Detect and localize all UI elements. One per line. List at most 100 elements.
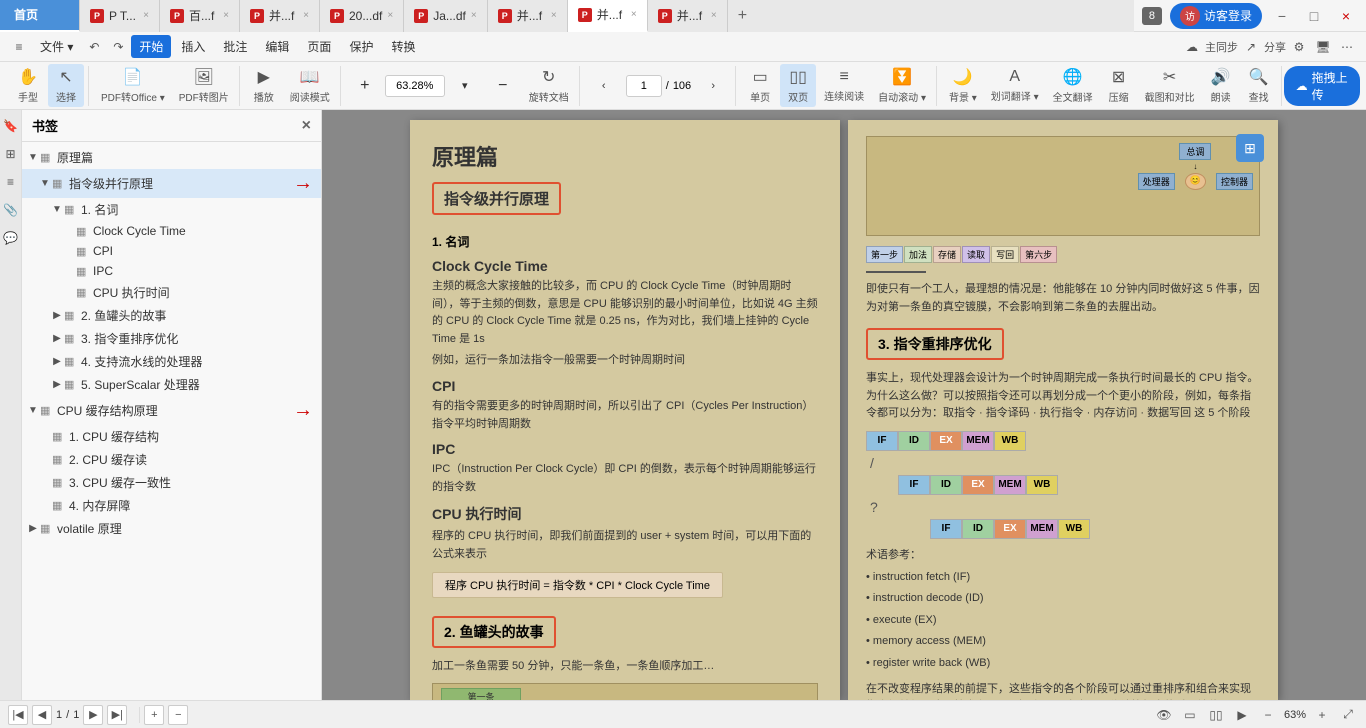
page-input[interactable] [626,75,662,97]
menu-toggle[interactable]: ≡ [8,36,30,58]
translate-button[interactable]: A 划词翻译 ▾ [985,65,1045,106]
tree-item-cpi[interactable]: ▦ CPI [22,241,321,261]
undo-button[interactable]: ↶ [83,36,105,58]
zoom-dropdown-button[interactable]: ▾ [447,76,483,95]
share-icon[interactable]: ↗ [1240,36,1262,58]
compress-button[interactable]: ⊠ 压缩 [1101,64,1137,107]
rotate-button[interactable]: ↻ 旋转文档 [523,64,575,107]
tree-item-cache-struct[interactable]: ▦ 1. CPU 缓存结构 [22,425,321,448]
tab-home[interactable]: 首页 [0,0,80,32]
tab-1[interactable]: P P T... × [80,0,160,32]
full-translate-button[interactable]: 🌐 全文翻译 [1047,64,1099,107]
select-tool-button[interactable]: ↖ 选择 [48,64,84,107]
background-button[interactable]: 🌙 背景 ▾ [943,64,983,107]
menu-annotate[interactable]: 批注 [215,35,255,58]
single-page-button[interactable]: ▭ 单页 [742,64,778,107]
zoom-input[interactable] [385,75,445,97]
tree-item-nouns[interactable]: ▼ ▦ 1. 名词 [22,198,321,221]
pdf-to-office-button[interactable]: 📄 PDF转Office ▾ [95,64,171,107]
tab-7[interactable]: P 并...f × [568,0,648,32]
tree-item-cpu-time[interactable]: ▦ CPU 执行时间 [22,281,321,304]
bottom-single-icon[interactable]: ▭ [1180,705,1200,725]
share-label[interactable]: 分享 [1264,39,1286,55]
tree-item-mem-barrier[interactable]: ▦ 4. 内存屏障 [22,494,321,517]
menu-edit[interactable]: 编辑 [257,35,297,58]
tab-4[interactable]: P 20...df × [320,0,404,32]
tree-item-reorder[interactable]: ▶ ▦ 3. 指令重排序优化 [22,327,321,350]
add-page-button[interactable]: + [144,705,164,725]
redo-button[interactable]: ↷ [107,36,129,58]
tree-item-cache-read[interactable]: ▦ 2. CPU 缓存读 [22,448,321,471]
tree-item-ilp[interactable]: ▼ ▦ 指令级并行原理 → [22,169,321,198]
first-page-button[interactable]: |◀ [8,705,28,725]
prev-page-btn[interactable]: ◀ [32,705,52,725]
cloud-upload-button[interactable]: ☁ 拖拽上传 [1284,66,1360,106]
close-button[interactable]: × [1334,4,1358,28]
tab-6[interactable]: P 并...f × [488,0,568,32]
tab-8[interactable]: P 并...f × [648,0,728,32]
bottom-eye-icon[interactable]: 👁 [1154,705,1174,725]
zoom-out-toolbar-button[interactable]: − [485,74,521,98]
menu-file[interactable]: 文件 ▾ [32,35,81,58]
settings-icon[interactable]: ⚙ [1288,36,1310,58]
remove-page-button[interactable]: − [168,705,188,725]
bottom-zoom-in-icon[interactable]: + [1312,705,1332,725]
tab-5[interactable]: P Ja...df × [404,0,488,32]
tab-2[interactable]: P 百...f × [160,0,240,32]
bottom-expand-icon[interactable]: ⤢ [1338,705,1358,725]
play-button[interactable]: ▶ 播放 [246,64,282,107]
prev-page-button[interactable]: ‹ [586,77,622,95]
auto-scroll-button[interactable]: ⏬ 自动滚动 ▾ [872,64,932,107]
bottom-zoom-out-icon[interactable]: − [1258,705,1278,725]
tree-item-cache[interactable]: ▼ ▦ CPU 缓存结构原理 → [22,396,321,425]
tree-item-fish[interactable]: ▶ ▦ 2. 鱼罐头的故事 [22,304,321,327]
pdf-left-page[interactable]: 原理篇 指令级并行原理 1. 名词 Clock Cycle Time 主频的概念… [410,120,840,700]
last-page-button[interactable]: ▶| [107,705,127,725]
tree-item-cache-consistency[interactable]: ▦ 3. CPU 缓存一致性 [22,471,321,494]
zoom-in-toolbar-button[interactable]: + [347,74,383,98]
menu-start[interactable]: 开始 [131,35,171,58]
tab-2-close[interactable]: × [223,10,229,21]
tab-1-close[interactable]: × [143,10,149,21]
tree-item-ipc[interactable]: ▦ IPC [22,261,321,281]
read-aloud-button[interactable]: 🔊 朗读 [1203,64,1239,107]
layers-icon[interactable]: ≡ [1,172,21,192]
sync-label[interactable]: 主同步 [1205,39,1238,55]
bottom-double-icon[interactable]: ▯▯ [1206,705,1226,725]
corner-map-button[interactable]: ⊞ [1236,134,1264,162]
tab-7-close[interactable]: × [631,9,637,20]
comment-icon[interactable]: 💬 [1,228,21,248]
tree-item-superscalar[interactable]: ▶ ▦ 5. SuperScalar 处理器 [22,373,321,396]
find-button[interactable]: 🔍 查找 [1241,64,1277,107]
attachment-icon[interactable]: 📎 [1,200,21,220]
tab-add-button[interactable]: + [728,0,757,32]
sidebar-close-button[interactable]: × [302,117,311,135]
menu-protect[interactable]: 保护 [341,35,381,58]
tree-item-pipeline[interactable]: ▶ ▦ 4. 支持流水线的处理器 [22,350,321,373]
pdf-right-page[interactable]: 总调 ↓ 处理器 😊 控制器 第一步 加法 存储 读取 写回 [848,120,1278,700]
tab-3-close[interactable]: × [303,10,309,21]
hand-tool-button[interactable]: ✋ 手型 [10,64,46,107]
tree-item-cct[interactable]: ▦ Clock Cycle Time [22,221,321,241]
tab-3[interactable]: P 并...f × [240,0,320,32]
next-page-button[interactable]: › [695,77,731,95]
bottom-play-icon[interactable]: ▶ [1232,705,1252,725]
minimize-button[interactable]: − [1270,4,1294,28]
next-page-btn[interactable]: ▶ [83,705,103,725]
menu-insert[interactable]: 插入 [173,35,213,58]
tab-6-close[interactable]: × [551,10,557,21]
pdf-to-img-button[interactable]: 🖼 PDF转图片 [173,64,235,107]
screenshot-button[interactable]: ✂ 截图和对比 [1139,64,1201,107]
monitor-icon[interactable]: 🖥 [1312,36,1334,58]
menu-page[interactable]: 页面 [299,35,339,58]
thumbnail-icon[interactable]: ⊞ [1,144,21,164]
maximize-button[interactable]: □ [1302,4,1326,28]
login-button[interactable]: 访 访客登录 [1170,3,1262,29]
tree-item-volatile[interactable]: ▶ ▦ volatile 原理 [22,517,321,540]
double-page-button[interactable]: ▯▯ 双页 [780,64,816,107]
tab-5-close[interactable]: × [471,10,477,21]
cloud-icon[interactable]: ☁ [1181,36,1203,58]
bookmark-panel-icon[interactable]: 🔖 [1,116,21,136]
more-icon[interactable]: ⋯ [1336,36,1358,58]
menu-convert[interactable]: 转换 [383,35,423,58]
